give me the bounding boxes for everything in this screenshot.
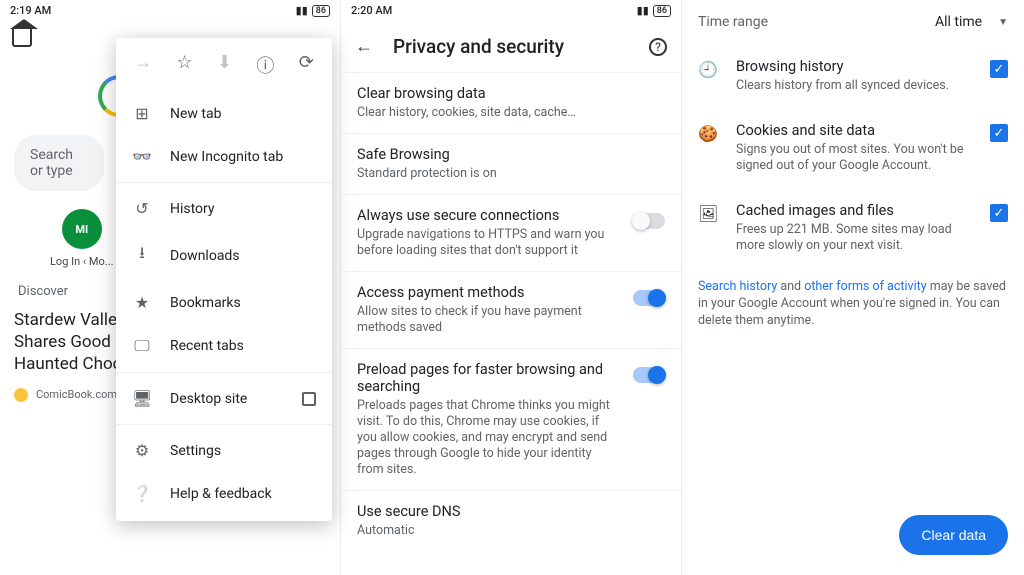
menu-bookmarks[interactable]: ★ Bookmarks bbox=[116, 281, 332, 324]
activity-link[interactable]: other forms of activity bbox=[804, 279, 926, 294]
overflow-menu: → ☆ ⬇ ⓘ ⟳ ⊞ New tab 👓 New Incognito tab ↺ H… bbox=[116, 38, 332, 521]
desktop-icon: 🖥 bbox=[132, 389, 152, 408]
recent-tabs-icon: 🖵 bbox=[132, 336, 152, 356]
setting-preload[interactable]: Preload pages for faster browsing and se… bbox=[341, 348, 681, 490]
history-icon: ↺ bbox=[132, 199, 152, 218]
disclaimer-text: Search history and other forms of activi… bbox=[682, 268, 1024, 339]
plus-box-icon: ⊞ bbox=[132, 104, 152, 123]
setting-sub: Upgrade navigations to HTTPS and warn yo… bbox=[357, 227, 621, 259]
setting-sub: Preloads pages that Chrome thinks you mi… bbox=[357, 398, 621, 478]
shortcut-mi[interactable]: MI Log In ‹ Mo... bbox=[50, 209, 114, 268]
setting-title: Safe Browsing bbox=[357, 146, 665, 163]
cbd-cache[interactable]: 🖼 Cached images and files Frees up 221 MB… bbox=[682, 188, 1024, 268]
clear-data-button[interactable]: Clear data bbox=[899, 515, 1008, 555]
menu-desktop[interactable]: 🖥 Desktop site bbox=[116, 377, 332, 420]
menu-label: Settings bbox=[170, 443, 221, 459]
menu-label: New Incognito tab bbox=[170, 149, 283, 165]
time-range-label: Time range bbox=[698, 14, 768, 30]
setting-title: Preload pages for faster browsing and se… bbox=[357, 361, 621, 395]
help-circle-icon[interactable]: ? bbox=[649, 38, 667, 56]
menu-label: Desktop site bbox=[170, 391, 247, 407]
back-icon[interactable]: ← bbox=[355, 36, 373, 57]
cbd-sub: Clears history from all synced devices. bbox=[736, 78, 972, 94]
gear-icon: ⚙ bbox=[132, 441, 152, 460]
menu-label: History bbox=[170, 201, 215, 217]
setting-title: Access payment methods bbox=[357, 284, 621, 301]
setting-sub: Standard protection is on bbox=[357, 166, 665, 182]
battery-icon: 86 bbox=[312, 5, 330, 17]
history-checkbox[interactable]: ✓ bbox=[990, 60, 1008, 78]
battery-icon: 86 bbox=[653, 5, 671, 17]
setting-sub: Automatic bbox=[357, 523, 665, 539]
secure-toggle[interactable] bbox=[633, 213, 665, 229]
mi-icon: MI bbox=[62, 209, 102, 249]
bookmark-icon: ★ bbox=[132, 293, 152, 312]
download-icon: ⬇ bbox=[217, 52, 232, 78]
clock-icon: 🕘 bbox=[698, 60, 718, 79]
cookies-checkbox[interactable]: ✓ bbox=[990, 124, 1008, 142]
search-input[interactable]: Search or type bbox=[14, 135, 104, 191]
status-bar: 2:19 AM ▮▮ 86 bbox=[0, 0, 340, 21]
cbd-title: Cookies and site data bbox=[736, 122, 972, 139]
help-icon: ❔ bbox=[132, 484, 152, 503]
download-list-icon: ⭳ bbox=[132, 242, 152, 269]
signal-icon: ▮▮ bbox=[296, 4, 308, 17]
cbd-sub: Signs you out of most sites. You won't b… bbox=[736, 142, 972, 174]
star-icon[interactable]: ☆ bbox=[176, 52, 192, 78]
cache-checkbox[interactable]: ✓ bbox=[990, 204, 1008, 222]
cbd-title: Cached images and files bbox=[736, 202, 972, 219]
cbd-browsing-history[interactable]: 🕘 Browsing history Clears history from al… bbox=[682, 44, 1024, 108]
menu-label: Bookmarks bbox=[170, 295, 241, 311]
preload-toggle[interactable] bbox=[633, 367, 665, 383]
setting-title: Clear browsing data bbox=[357, 85, 665, 102]
setting-clear-data[interactable]: Clear browsing data Clear history, cookie… bbox=[341, 72, 681, 133]
article-source: ComicBook.com bbox=[36, 388, 117, 401]
signal-icon: ▮▮ bbox=[637, 4, 649, 17]
chevron-down-icon: ▼ bbox=[998, 17, 1008, 28]
setting-sub: Allow sites to check if you have payment… bbox=[357, 304, 621, 336]
desktop-checkbox[interactable] bbox=[302, 392, 316, 406]
menu-downloads[interactable]: ⭳ Downloads bbox=[116, 230, 332, 281]
page-title: Privacy and security bbox=[393, 35, 629, 58]
payment-toggle[interactable] bbox=[633, 290, 665, 306]
menu-new-tab[interactable]: ⊞ New tab bbox=[116, 92, 332, 135]
home-icon[interactable] bbox=[12, 29, 32, 47]
menu-history[interactable]: ↺ History bbox=[116, 187, 332, 230]
forward-icon: → bbox=[134, 52, 152, 78]
menu-label: Downloads bbox=[170, 248, 240, 264]
setting-dns[interactable]: Use secure DNS Automatic bbox=[341, 490, 681, 551]
search-history-link[interactable]: Search history bbox=[698, 279, 777, 294]
menu-label: Help & feedback bbox=[170, 486, 272, 502]
image-icon: 🖼 bbox=[698, 204, 718, 223]
menu-settings[interactable]: ⚙ Settings bbox=[116, 429, 332, 472]
setting-secure-connections[interactable]: Always use secure connections Upgrade nav… bbox=[341, 194, 681, 271]
menu-incognito[interactable]: 👓 New Incognito tab bbox=[116, 135, 332, 178]
reload-icon[interactable]: ⟳ bbox=[299, 52, 314, 78]
menu-help[interactable]: ❔ Help & feedback bbox=[116, 472, 332, 515]
source-favicon bbox=[14, 388, 28, 402]
setting-sub: Clear history, cookies, site data, cache… bbox=[357, 105, 665, 121]
setting-safe-browsing[interactable]: Safe Browsing Standard protection is on bbox=[341, 133, 681, 194]
shortcut-label: Log In ‹ Mo... bbox=[50, 255, 114, 268]
time-range-dropdown[interactable]: All time ▼ bbox=[935, 14, 1008, 30]
cbd-sub: Frees up 221 MB. Some sites may load mor… bbox=[736, 222, 972, 254]
setting-title: Use secure DNS bbox=[357, 503, 665, 520]
clock: 2:19 AM bbox=[10, 4, 51, 17]
menu-label: New tab bbox=[170, 106, 221, 122]
menu-label: Recent tabs bbox=[170, 338, 244, 354]
cbd-title: Browsing history bbox=[736, 58, 972, 75]
status-bar: 2:20 AM ▮▮ 86 bbox=[341, 0, 681, 21]
setting-title: Always use secure connections bbox=[357, 207, 621, 224]
info-icon[interactable]: ⓘ bbox=[256, 52, 274, 78]
cbd-cookies[interactable]: 🍪 Cookies and site data Signs you out of … bbox=[682, 108, 1024, 188]
setting-payment[interactable]: Access payment methods Allow sites to che… bbox=[341, 271, 681, 348]
dropdown-value: All time bbox=[935, 14, 982, 30]
menu-recent[interactable]: 🖵 Recent tabs bbox=[116, 324, 332, 368]
cookie-icon: 🍪 bbox=[698, 124, 718, 143]
clock: 2:20 AM bbox=[351, 4, 392, 17]
incognito-icon: 👓 bbox=[132, 147, 152, 166]
